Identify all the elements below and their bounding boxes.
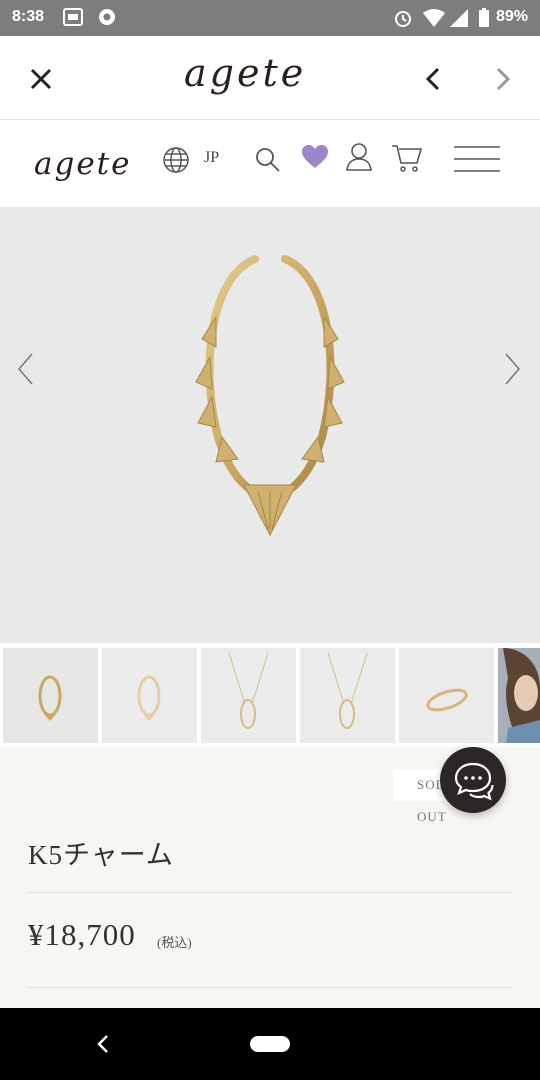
chevron-left-icon[interactable] [14,352,38,391]
cart-icon[interactable] [391,143,423,178]
chrome-icon [98,8,116,31]
system-nav-bar [0,1008,540,1080]
site-logo[interactable]: agete [32,134,152,192]
status-time: 8:38 [12,8,45,25]
forward-icon[interactable] [490,64,516,94]
signal-icon [449,8,469,33]
product-image [195,255,345,537]
thumbnail-strip [0,643,540,747]
thumbnail-charm-light[interactable] [102,648,197,743]
close-icon[interactable] [26,64,56,94]
home-pill[interactable] [250,1036,290,1052]
alarm-icon [393,8,413,33]
site-logo-text: agete [34,146,131,182]
divider [28,892,512,893]
product-price: ¥18,700 [28,917,136,952]
status-bar: 8:38 89% [0,0,540,36]
browser-toolbar: agete [0,36,540,120]
language-selector[interactable]: JP [204,149,219,167]
chevron-right-icon[interactable] [500,352,524,391]
battery-percent: 89% [495,8,528,25]
wifi-icon [422,8,446,33]
thumbnail-model-photo[interactable] [498,648,540,743]
thumbnail-necklace-2[interactable] [300,648,395,743]
site-header: agete JP [0,120,540,208]
product-info: SOLD OUT K5チャーム ¥18,700 (税込) [0,747,540,1008]
tax-label: (税込) [157,935,192,950]
chat-icon [454,762,494,801]
back-icon[interactable] [420,64,446,94]
notification-icon [63,8,83,31]
divider [28,987,512,988]
globe-icon[interactable] [162,146,190,179]
menu-icon[interactable] [453,145,501,178]
product-name: K5チャーム [28,840,174,870]
user-icon[interactable] [345,142,373,177]
heart-icon[interactable] [301,144,329,175]
search-icon[interactable] [254,146,282,179]
thumbnail-necklace-1[interactable] [201,648,296,743]
thumbnail-charm-front[interactable] [3,648,98,743]
thumbnail-charm-side[interactable] [399,648,494,743]
chat-button[interactable] [440,747,506,813]
nav-back-icon[interactable] [94,1033,112,1060]
battery-icon [478,8,490,33]
browser-logo: agete [180,51,360,108]
product-gallery-main[interactable] [0,207,540,643]
browser-logo-text: agete [184,52,306,95]
